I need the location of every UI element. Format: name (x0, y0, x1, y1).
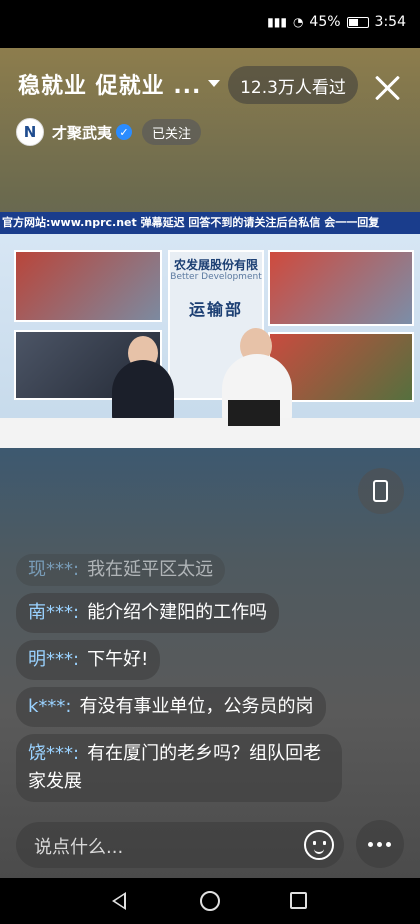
video-marquee: 官方网站:www.nprc.net 弹幕延迟 回答不到的请关注后台私信 会一一回… (0, 212, 420, 234)
more-dot (386, 842, 391, 847)
comment-text: 我在延平区太远 (87, 559, 214, 580)
comment-user: 现***: (28, 559, 80, 580)
system-nav-bar (0, 878, 420, 924)
viewer-count[interactable]: 12.3万人看过 (228, 66, 358, 104)
comment-user: k***: (28, 696, 72, 717)
battery-icon (346, 16, 369, 28)
company-name: 农发展股份有限 (173, 258, 258, 272)
laptop (228, 400, 280, 426)
wifi-icon: ◔ (292, 15, 304, 29)
comment-user: 饶***: (28, 743, 80, 764)
comment-user: 南***: (28, 602, 80, 623)
presenter-left (112, 360, 174, 424)
backdrop-photo (268, 250, 414, 326)
emoji-icon[interactable] (304, 830, 334, 860)
backdrop-photo (14, 250, 162, 322)
comment-text: 有没有事业单位，公务员的岗 (79, 696, 314, 717)
host-info[interactable]: N 才聚武夷 ✓ 已关注 (16, 116, 202, 148)
phone-icon[interactable] (373, 480, 388, 502)
department-name: 运输部 (188, 300, 243, 319)
signal-icon: ▮▮▮ (267, 15, 287, 29)
verified-icon: ✓ (116, 124, 133, 140)
live-video[interactable]: 官方网站:www.nprc.net 弹幕延迟 回答不到的请关注后台私信 会一一回… (0, 212, 420, 448)
more-dot (377, 842, 382, 847)
comment-item[interactable]: 现***: 我在延平区太远 (16, 554, 226, 586)
comment-text: 能介绍个建阳的工作吗 (87, 602, 268, 623)
status-icons: ▮▮▮ ◔ 45% 3:54 (267, 14, 406, 30)
comment-input[interactable]: 说点什么... (16, 822, 344, 868)
comment-list[interactable]: 现***: 我在延平区太远 南***: 能介绍个建阳的工作吗 明***: 下午好! k… (16, 554, 346, 809)
nav-recent-icon[interactable] (290, 892, 307, 909)
nav-back-icon[interactable] (112, 892, 126, 910)
status-bar: ▮▮▮ ◔ 45% 3:54 (0, 0, 420, 48)
comment-text: 下午好! (87, 649, 149, 670)
live-title[interactable]: 稳就业 促就业 ... (18, 68, 201, 100)
clock: 3:54 (374, 14, 406, 30)
comment-item[interactable]: k***: 有没有事业单位，公务员的岗 (16, 687, 326, 727)
nav-home-icon[interactable] (200, 891, 220, 911)
comment-placeholder[interactable]: 说点什么... (34, 833, 123, 859)
follow-button[interactable]: 已关注 (142, 119, 202, 145)
comment-item[interactable]: 南***: 能介绍个建阳的工作吗 (16, 593, 280, 633)
battery-percent: 45% (309, 14, 341, 30)
host-name[interactable]: 才聚武夷 (52, 122, 112, 143)
close-icon[interactable] (372, 72, 404, 104)
more-icon[interactable] (356, 820, 404, 868)
more-dot (368, 842, 373, 847)
comment-item[interactable]: 饶***: 有在厦门的老乡吗？组队回老家发展 (16, 734, 342, 802)
avatar[interactable]: N (16, 118, 44, 146)
title-dropdown-icon[interactable] (208, 80, 220, 87)
desk (0, 418, 420, 448)
company-slogan: Better Development (170, 272, 262, 282)
comment-item[interactable]: 明***: 下午好! (16, 640, 161, 680)
comment-user: 明***: (28, 649, 80, 670)
